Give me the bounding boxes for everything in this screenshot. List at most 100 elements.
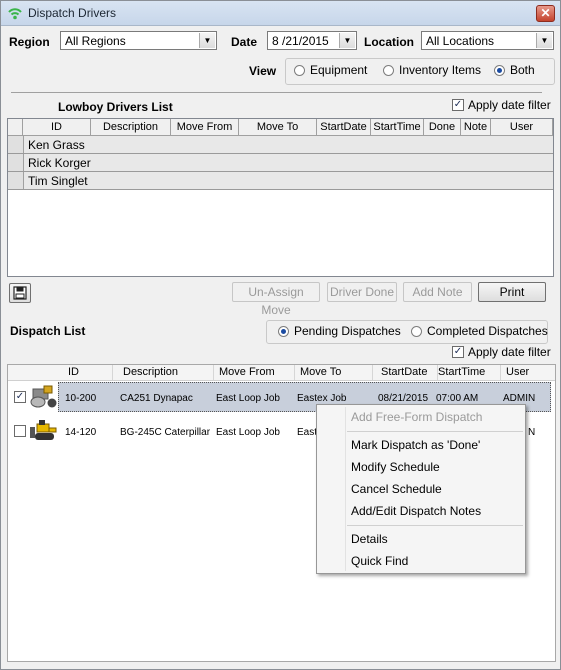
- pending-dispatches-label: Pending Dispatches: [294, 324, 401, 338]
- save-button[interactable]: [9, 283, 31, 303]
- location-label: Location: [364, 35, 414, 49]
- menu-item-add-free-form-dispatch[interactable]: Add Free-Form Dispatch: [351, 410, 482, 424]
- dispatch-description: CA251 Dynapac: [120, 393, 193, 404]
- column-header-move-from[interactable]: Move From: [171, 119, 239, 136]
- dispatch-column-move-from[interactable]: Move From: [214, 365, 295, 380]
- radio-selected-icon: [278, 325, 289, 337]
- view-option-inventory-label: Inventory Items: [399, 63, 482, 77]
- location-value: All Locations: [426, 34, 495, 48]
- radio-icon: [411, 325, 422, 337]
- floppy-disk-icon: [13, 286, 27, 300]
- dispatch-column-description[interactable]: Description: [118, 365, 214, 380]
- lowboy-drivers-grid[interactable]: ID Description Move From Move To StartDa…: [7, 118, 554, 277]
- checkbox-checked-icon: ✓: [14, 391, 26, 403]
- menu-item-modify-schedule[interactable]: Modify Schedule: [351, 460, 440, 474]
- menu-item-cancel-schedule[interactable]: Cancel Schedule: [351, 482, 442, 496]
- pending-dispatches-radio[interactable]: Pending Dispatches: [278, 324, 401, 338]
- divider: [11, 92, 542, 93]
- region-value: All Regions: [65, 34, 126, 48]
- chevron-down-icon: ▼: [536, 33, 552, 48]
- unassign-move-button[interactable]: Un-Assign Move: [232, 282, 320, 317]
- dispatch-column-start-date[interactable]: StartDate: [376, 365, 438, 380]
- driver-row[interactable]: Tim Singlet: [8, 172, 553, 190]
- menu-item-quick-find[interactable]: Quick Find: [351, 554, 408, 568]
- row-header: [8, 154, 24, 171]
- checkbox-checked-icon: ✓: [452, 99, 464, 111]
- dispatch-context-menu: Add Free-Form Dispatch Mark Dispatch as …: [316, 404, 526, 574]
- dispatch-move-to: Eastex Job: [297, 393, 347, 404]
- dispatch-user: ADMIN: [503, 393, 536, 404]
- view-option-equipment-label: Equipment: [310, 63, 368, 77]
- menu-gutter: [345, 407, 346, 571]
- view-radio-both[interactable]: Both: [494, 63, 535, 77]
- menu-item-mark-done[interactable]: Mark Dispatch as 'Done': [351, 438, 480, 452]
- dispatch-list-title: Dispatch List: [10, 324, 86, 338]
- dispatch-move-from: East Loop Job: [216, 427, 280, 438]
- chevron-down-icon: ▼: [199, 33, 215, 48]
- dispatch-column-start-time[interactable]: StartTime: [433, 365, 501, 380]
- dispatch-move-from: East Loop Job: [216, 393, 280, 404]
- column-header-move-to[interactable]: Move To: [239, 119, 317, 136]
- region-label: Region: [9, 35, 50, 49]
- roller-compactor-icon: [30, 385, 57, 408]
- radio-selected-icon: [494, 64, 505, 76]
- dispatch-apply-date-filter[interactable]: ✓ Apply date filter: [452, 345, 551, 359]
- menu-item-dispatch-notes[interactable]: Add/Edit Dispatch Notes: [351, 504, 481, 518]
- column-header-user[interactable]: User: [491, 119, 553, 136]
- checkbox-unchecked-icon: [14, 425, 26, 437]
- print-button[interactable]: Print: [478, 282, 546, 302]
- dispatch-start-time: 07:00 AM: [436, 393, 479, 404]
- dispatch-column-user[interactable]: User: [501, 365, 555, 380]
- checkbox-checked-icon: ✓: [452, 346, 464, 358]
- driver-name: Rick Korger: [28, 156, 91, 170]
- driver-name: Ken Grass: [28, 138, 85, 152]
- region-dropdown[interactable]: All Regions ▼: [60, 31, 217, 50]
- dispatch-description: BG-245C Caterpillar: [120, 427, 211, 438]
- row-header: [8, 172, 24, 189]
- window-title: Dispatch Drivers: [28, 6, 117, 20]
- row-header-corner: [8, 119, 23, 136]
- menu-separator: [347, 525, 523, 526]
- driver-row[interactable]: Rick Korger: [8, 154, 553, 172]
- dispatch-row-checkbox[interactable]: [14, 425, 30, 437]
- calendar-dropdown-icon: ▼: [339, 33, 355, 48]
- view-radio-inventory[interactable]: Inventory Items: [383, 63, 481, 77]
- dispatch-column-id[interactable]: ID: [63, 365, 113, 380]
- close-icon: ✕: [540, 6, 551, 20]
- dispatch-id: 10-200: [65, 393, 97, 404]
- column-header-description[interactable]: Description: [91, 119, 171, 136]
- lowboy-apply-date-filter[interactable]: ✓ Apply date filter: [452, 98, 551, 112]
- menu-separator: [347, 431, 523, 432]
- column-header-done[interactable]: Done: [424, 119, 461, 136]
- wifi-signal-icon: [8, 8, 22, 20]
- view-radio-equipment[interactable]: Equipment: [294, 63, 367, 77]
- driver-done-button[interactable]: Driver Done: [327, 282, 397, 302]
- add-note-button[interactable]: Add Note: [403, 282, 472, 302]
- dispatch-drivers-window: Dispatch Drivers ✕ Region All Regions ▼ …: [0, 0, 561, 670]
- column-header-note[interactable]: Note: [461, 119, 491, 136]
- view-label: View: [249, 64, 277, 78]
- column-header-id[interactable]: ID: [23, 119, 91, 136]
- title-bar[interactable]: Dispatch Drivers ✕: [1, 1, 560, 26]
- lowboy-apply-date-filter-label: Apply date filter: [468, 98, 551, 112]
- driver-name: Tim Singlet: [28, 174, 88, 188]
- dispatch-apply-date-filter-label: Apply date filter: [468, 345, 551, 359]
- date-label: Date: [231, 35, 258, 49]
- driver-row[interactable]: Ken Grass: [8, 136, 553, 154]
- date-value: 8 /21/2015: [272, 34, 329, 48]
- lowboy-list-title: Lowboy Drivers List: [58, 100, 173, 114]
- column-header-start-date[interactable]: StartDate: [317, 119, 371, 136]
- dispatch-column-move-to[interactable]: Move To: [295, 365, 373, 380]
- radio-icon: [294, 64, 305, 76]
- menu-item-details[interactable]: Details: [351, 532, 388, 546]
- completed-dispatches-radio[interactable]: Completed Dispatches: [411, 324, 548, 338]
- row-header: [8, 136, 24, 153]
- bulldozer-icon: [30, 420, 57, 440]
- date-picker[interactable]: 8 /21/2015 ▼: [267, 31, 357, 50]
- location-dropdown[interactable]: All Locations ▼: [421, 31, 554, 50]
- dispatch-row-checkbox[interactable]: ✓: [14, 391, 30, 403]
- dispatch-user: N: [528, 427, 536, 438]
- completed-dispatches-label: Completed Dispatches: [427, 324, 548, 338]
- column-header-start-time[interactable]: StartTime: [371, 119, 424, 136]
- close-button[interactable]: ✕: [536, 5, 555, 22]
